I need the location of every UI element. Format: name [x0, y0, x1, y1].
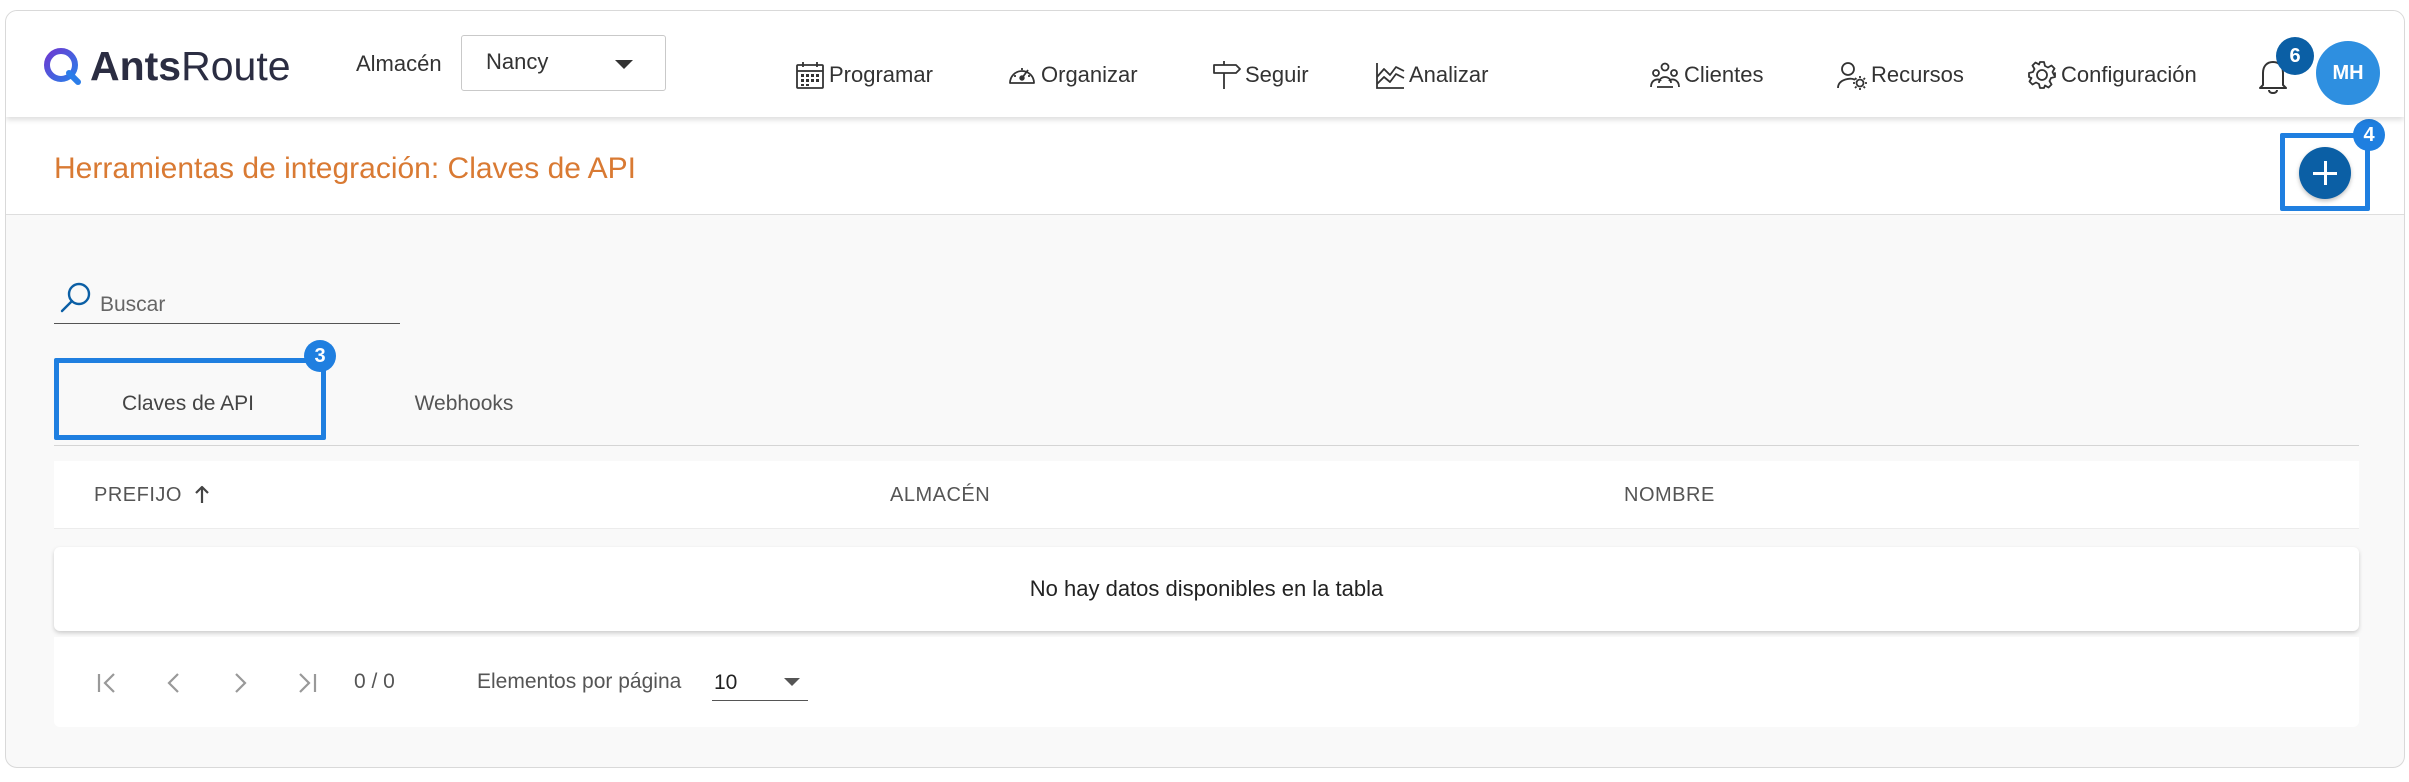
logo-icon	[44, 48, 81, 85]
first-page-icon[interactable]	[92, 667, 124, 699]
nav-clientes-label: Clientes	[1684, 62, 1764, 87]
antsroute-logo[interactable]: AntsRoute	[42, 41, 291, 91]
nav-analizar-label: Analizar	[1409, 62, 1489, 87]
table-header: PREFIJO ALMACÉN NOMBRE	[54, 461, 2359, 529]
calendar-icon	[796, 62, 824, 89]
search-field	[54, 279, 400, 324]
empty-table-message: No hay datos disponibles en la tabla	[1029, 576, 1384, 601]
nav-programar-label: Programar	[829, 62, 933, 87]
nav-analizar[interactable]: Analizar	[1374, 55, 1488, 95]
nav-seguir[interactable]: Seguir	[1210, 55, 1309, 95]
nav-recursos-label: Recursos	[1871, 62, 1964, 87]
nav-seguir-label: Seguir	[1245, 62, 1309, 87]
column-header-nombre-label: NOMBRE	[1624, 484, 1715, 506]
store-label: Almacén	[356, 51, 442, 76]
nav-clientes[interactable]: Clientes	[1649, 55, 1763, 95]
pagination-bar: 0 / 0 Elementos por página 10	[54, 637, 2359, 727]
column-header-almacen[interactable]: ALMACÉN	[890, 482, 990, 508]
step-badge-4: 4	[2353, 119, 2385, 151]
logo-text-bold: Ants	[90, 43, 182, 89]
column-header-prefijo-label: PREFIJO	[94, 484, 182, 506]
nav-configuracion[interactable]: Configuración	[2026, 55, 2197, 95]
column-header-almacen-label: ALMACÉN	[890, 484, 991, 506]
page-range: 0 / 0	[354, 670, 395, 693]
search-input[interactable]	[100, 291, 390, 319]
add-api-key-button[interactable]	[2299, 147, 2351, 199]
signpost-icon	[1213, 61, 1241, 89]
top-navbar: AntsRoute Almacén Nancy Programar Organi…	[6, 11, 2404, 117]
store-select[interactable]: Nancy	[461, 35, 666, 91]
gear-icon	[2028, 61, 2056, 89]
gauge-icon	[1009, 68, 1035, 84]
nav-organizar[interactable]: Organizar	[1006, 55, 1138, 95]
nav-programar[interactable]: Programar	[794, 55, 933, 95]
page-title: Herramientas de integración: Claves de A…	[54, 152, 636, 185]
user-gear-icon	[1837, 62, 1867, 90]
empty-table-row: No hay datos disponibles en la tabla	[54, 547, 2359, 631]
sort-ascending-icon[interactable]	[190, 483, 214, 507]
last-page-icon[interactable]	[290, 667, 322, 699]
tab-webhooks[interactable]: Webhooks	[344, 363, 584, 445]
chevron-down-icon	[784, 678, 800, 686]
nav-organizar-label: Organizar	[1041, 62, 1138, 87]
nav-recursos[interactable]: Recursos	[1836, 55, 1964, 95]
search-icon	[60, 282, 91, 313]
chart-icon	[1376, 63, 1405, 89]
page-header: Herramientas de integración: Claves de A…	[6, 117, 2404, 215]
notification-count-badge: 6	[2276, 37, 2314, 75]
highlight-box-tab	[54, 358, 326, 440]
app-window: AntsRoute Almacén Nancy Programar Organi…	[5, 10, 2405, 768]
items-per-page-label: Elementos por página	[477, 670, 682, 693]
logo-text-light: Route	[181, 43, 291, 89]
nav-configuracion-label: Configuración	[2061, 62, 2197, 87]
chevron-down-icon	[615, 60, 633, 69]
step-badge-3: 3	[304, 340, 336, 372]
items-per-page-select[interactable]: 10	[712, 663, 808, 701]
user-avatar[interactable]: MH	[2316, 41, 2380, 105]
column-header-nombre[interactable]: NOMBRE	[1624, 482, 1715, 508]
next-page-icon[interactable]	[224, 667, 256, 699]
tab-bar: Claves de API Webhooks 3	[54, 340, 2359, 446]
people-icon	[1650, 62, 1680, 88]
previous-page-icon[interactable]	[158, 667, 190, 699]
items-per-page-value: 10	[714, 671, 738, 694]
column-header-prefijo[interactable]: PREFIJO	[94, 482, 214, 508]
store-select-value: Nancy	[486, 49, 549, 74]
